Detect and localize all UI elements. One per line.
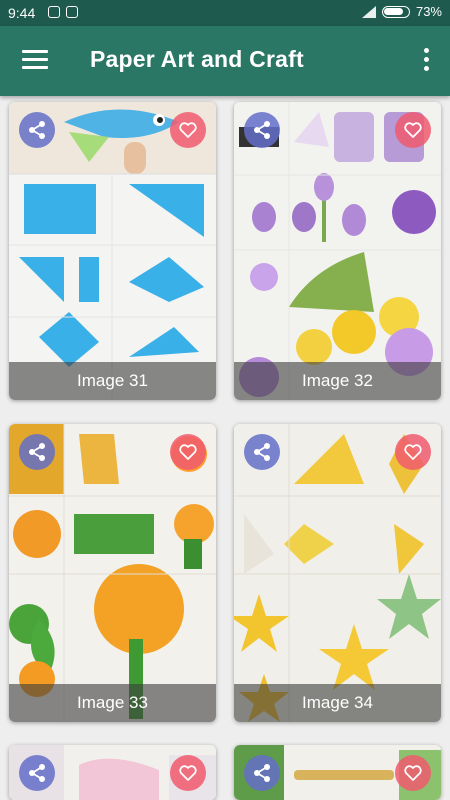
status-bar: 9:44 73% xyxy=(0,0,450,26)
image-card-36[interactable] xyxy=(234,745,441,800)
favorite-button[interactable] xyxy=(395,755,431,791)
more-vert-icon[interactable] xyxy=(424,48,430,72)
notification-icon xyxy=(48,6,60,18)
favorite-button[interactable] xyxy=(395,112,431,148)
battery-icon xyxy=(381,5,410,18)
share-icon xyxy=(254,764,270,782)
share-button[interactable] xyxy=(19,434,55,470)
menu-icon[interactable] xyxy=(22,50,48,70)
image-card-34[interactable]: Image 34 xyxy=(234,424,441,722)
share-button[interactable] xyxy=(244,434,280,470)
image-card-31[interactable]: Image 31 xyxy=(9,102,216,400)
heart-icon xyxy=(179,122,197,138)
heart-icon xyxy=(404,765,422,781)
heart-icon xyxy=(179,444,197,460)
share-icon xyxy=(29,121,45,139)
card-caption: Image 33 xyxy=(9,684,216,722)
share-button[interactable] xyxy=(244,755,280,791)
heart-icon xyxy=(179,765,197,781)
card-caption: Image 31 xyxy=(9,362,216,400)
status-time: 9:44 xyxy=(8,5,36,21)
favorite-button[interactable] xyxy=(170,112,206,148)
battery-percent: 73% xyxy=(415,4,442,19)
share-icon xyxy=(29,443,45,461)
share-icon xyxy=(254,443,270,461)
share-icon xyxy=(29,764,45,782)
favorite-button[interactable] xyxy=(170,434,206,470)
card-caption: Image 32 xyxy=(234,362,441,400)
heart-icon xyxy=(404,444,422,460)
app-bar: Paper Art and Craft xyxy=(0,26,450,96)
favorite-button[interactable] xyxy=(170,755,206,791)
card-caption: Image 34 xyxy=(234,684,441,722)
favorite-button[interactable] xyxy=(395,434,431,470)
share-button[interactable] xyxy=(244,112,280,148)
notification-icon-2 xyxy=(66,6,78,18)
app-title: Paper Art and Craft xyxy=(90,46,304,72)
heart-icon xyxy=(404,122,422,138)
image-card-35[interactable] xyxy=(9,745,216,800)
share-button[interactable] xyxy=(19,755,55,791)
image-card-32[interactable]: Image 32 xyxy=(234,102,441,400)
image-card-33[interactable]: Image 33 xyxy=(9,424,216,722)
share-icon xyxy=(254,121,270,139)
share-button[interactable] xyxy=(19,112,55,148)
signal-icon xyxy=(361,5,376,18)
